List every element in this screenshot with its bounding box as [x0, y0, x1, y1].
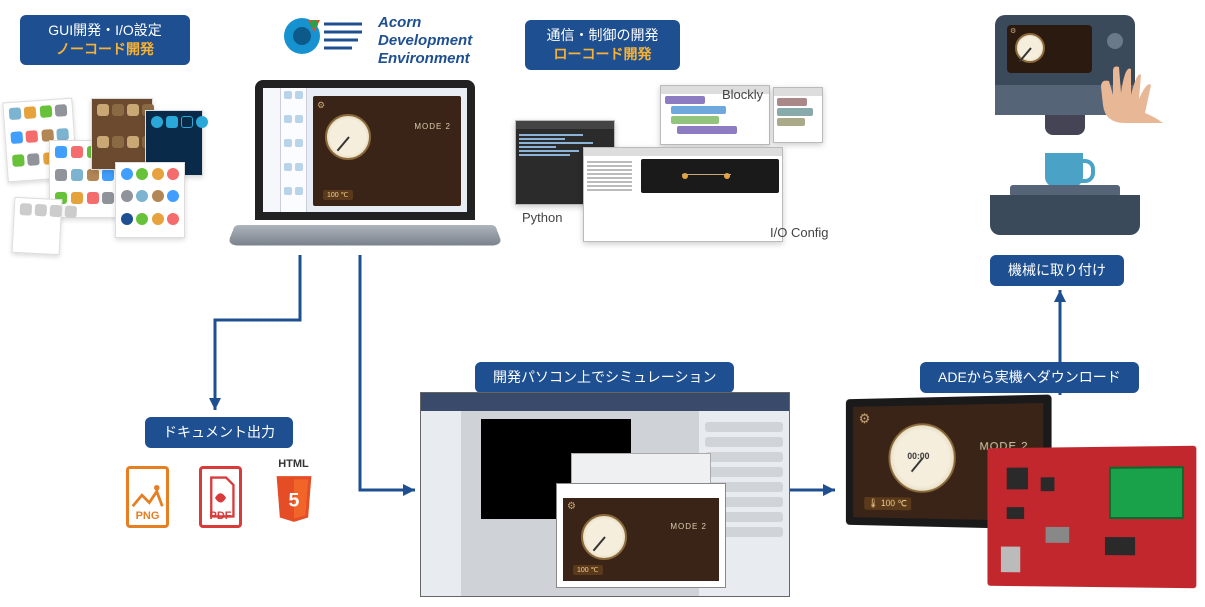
gear-icon: ⚙: [567, 501, 576, 512]
pill-document-output: ドキュメント出力: [145, 417, 293, 448]
document-format-icons: PNG PDF HTML 5: [120, 458, 321, 528]
gui-mode-label: MODE 2: [414, 122, 451, 131]
pill-gui-sub: ノーコード開発: [38, 40, 172, 59]
pill-comm-title: 通信・制御の開発: [547, 27, 659, 43]
simulator-preview-window: MODE 2 100 ℃ ⚙: [556, 483, 726, 588]
pill-dl-title: ADEから実機へダウンロード: [938, 369, 1121, 385]
coffee-cup-icon: [1045, 153, 1083, 187]
pill-gui-title: GUI開発・I/O設定: [48, 22, 162, 38]
touching-hand-icon: [1085, 65, 1165, 125]
simulation-screenshot: MODE 2 100 ℃ ⚙: [420, 392, 790, 597]
pill-doc-title: ドキュメント出力: [163, 424, 275, 440]
brand-line2: Development: [378, 32, 472, 50]
device-temp-label: 🌡 100 ℃: [864, 497, 911, 510]
controller-pcb: [987, 446, 1196, 589]
gear-icon: ⚙: [859, 410, 871, 427]
pill-gui-dev: GUI開発・I/O設定 ノーコード開発: [20, 15, 190, 65]
pill-comm-dev: 通信・制御の開発 ローコード開発: [525, 20, 680, 70]
html5-icon: HTML 5: [266, 458, 321, 528]
ade-logo: [280, 10, 365, 65]
gear-icon: ⚙: [317, 100, 325, 111]
pill-download: ADEから実機へダウンロード: [920, 362, 1139, 393]
ioconfig-label: I/O Config: [770, 225, 829, 240]
laptop-ade-illustration: MODE 2 100 ℃ ⚙: [235, 80, 495, 255]
pill-mount: 機械に取り付け: [990, 255, 1124, 286]
brand-line1: Acorn: [378, 14, 472, 32]
pill-sim-title: 開発パソコン上でシミュレーション: [493, 369, 716, 385]
gui-temp-label: 100 ℃: [323, 190, 353, 200]
brand-name: Acorn Development Environment: [378, 14, 472, 68]
appliance-coffee-machine: ⚙: [975, 15, 1155, 240]
brand-line3: Environment: [378, 50, 472, 68]
html5-badge-number: 5: [289, 490, 300, 512]
png-label: PNG: [120, 510, 175, 522]
blockly-label: Blockly: [722, 87, 763, 102]
pdf-icon: PDF: [193, 458, 248, 528]
gear-icon: ⚙: [1010, 27, 1016, 35]
pdf-label: PDF: [193, 510, 248, 522]
io-config-window: [583, 147, 783, 242]
html-label: HTML: [266, 458, 321, 470]
sim-temp-label: 100 ℃: [573, 565, 603, 575]
pill-mount-title: 機械に取り付け: [1008, 262, 1106, 278]
device-gauge-center: 00:00: [907, 451, 929, 461]
sim-mode-label: MODE 2: [670, 522, 707, 531]
python-label: Python: [522, 210, 562, 225]
blockly-aux-window: [773, 87, 823, 143]
appliance-knob: [1107, 33, 1123, 49]
png-icon: PNG: [120, 458, 175, 528]
pill-comm-sub: ローコード開発: [543, 45, 662, 64]
pill-simulation: 開発パソコン上でシミュレーション: [475, 362, 734, 393]
component-palette-illustration: [5, 90, 215, 255]
